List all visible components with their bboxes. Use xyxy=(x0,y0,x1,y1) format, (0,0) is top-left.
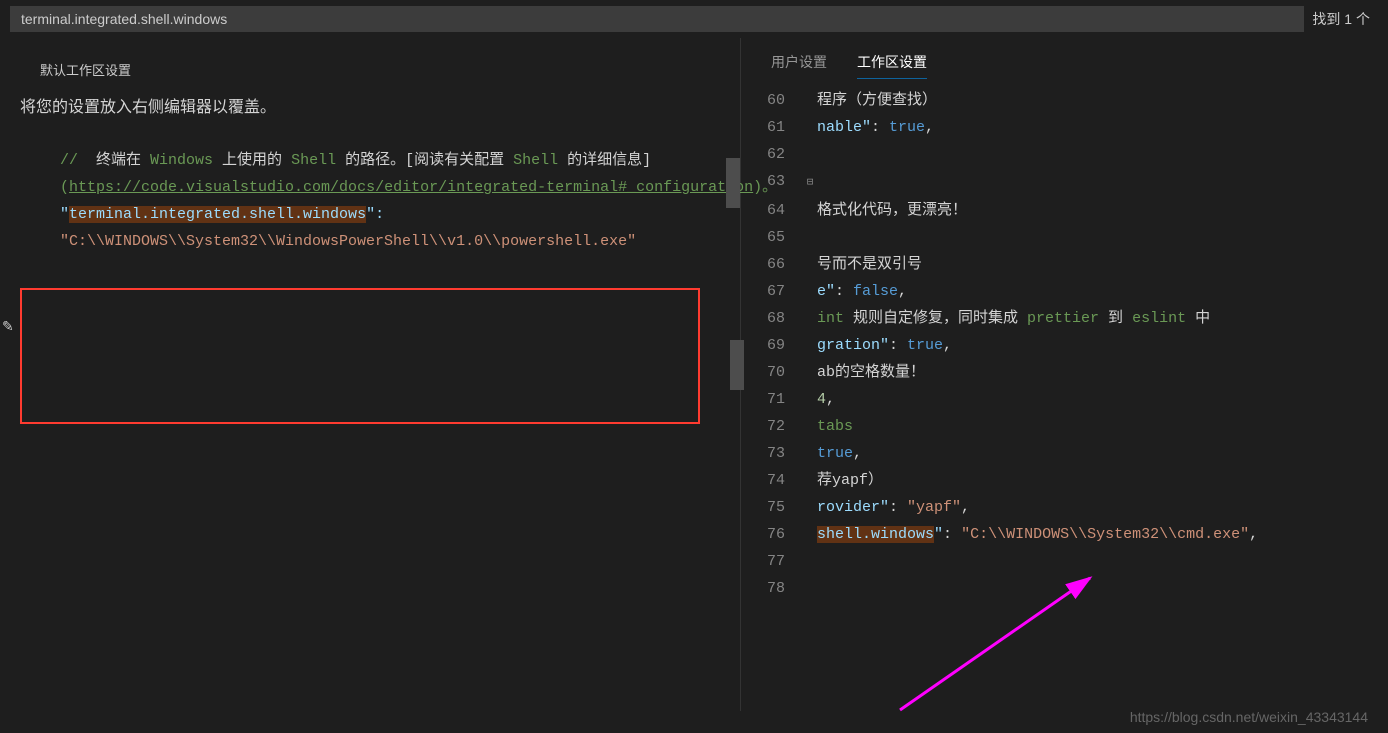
setting-key: terminal.integrated.shell.windows xyxy=(69,206,366,223)
annotation-box xyxy=(20,288,700,424)
cmd-exe-value: "C:\\WINDOWS\\System32\\cmd.exe" xyxy=(961,526,1249,543)
main-content: 默认工作区设置 将您的设置放入右侧编辑器以覆盖。 // 终端在 Windows … xyxy=(0,38,1388,711)
comment-slash: // xyxy=(60,152,87,169)
setting-value: "C:\\WINDOWS\\System32\\WindowsPowerShel… xyxy=(60,233,636,250)
pane-title: 默认工作区设置 xyxy=(0,48,740,87)
fold-icon[interactable]: ⊟ xyxy=(803,170,817,197)
edit-icon[interactable]: ✎ xyxy=(2,318,14,335)
watermark: https://blog.csdn.net/weixin_43343144 xyxy=(1130,709,1368,725)
settings-tabs: 用户设置 工作区设置 xyxy=(741,46,1388,87)
tab-workspace-settings[interactable]: 工作区设置 xyxy=(857,46,927,79)
default-settings-code[interactable]: // 终端在 Windows 上使用的 Shell 的路径。[阅读有关配置 Sh… xyxy=(0,147,740,255)
tab-user-settings[interactable]: 用户设置 xyxy=(771,46,827,79)
instruction-text: 将您的设置放入右侧编辑器以覆盖。 xyxy=(0,87,740,127)
search-bar: 找到 1 个 xyxy=(0,0,1388,38)
settings-search-input[interactable] xyxy=(10,6,1304,32)
setting-key-match: shell.windows xyxy=(817,526,934,543)
workspace-settings-code[interactable]: 60程序（方便查找） 61nable": true, 62 63⊟ 64格式化代… xyxy=(741,87,1388,602)
scrollbar-right[interactable] xyxy=(730,340,744,390)
doc-link[interactable]: https://code.visualstudio.com/docs/edito… xyxy=(69,179,753,196)
scrollbar[interactable] xyxy=(726,158,740,208)
workspace-settings-pane: 用户设置 工作区设置 60程序（方便查找） 61nable": true, 62… xyxy=(740,38,1388,711)
search-result-count: 找到 1 个 xyxy=(1304,9,1378,29)
default-settings-pane: 默认工作区设置 将您的设置放入右侧编辑器以覆盖。 // 终端在 Windows … xyxy=(0,38,740,711)
